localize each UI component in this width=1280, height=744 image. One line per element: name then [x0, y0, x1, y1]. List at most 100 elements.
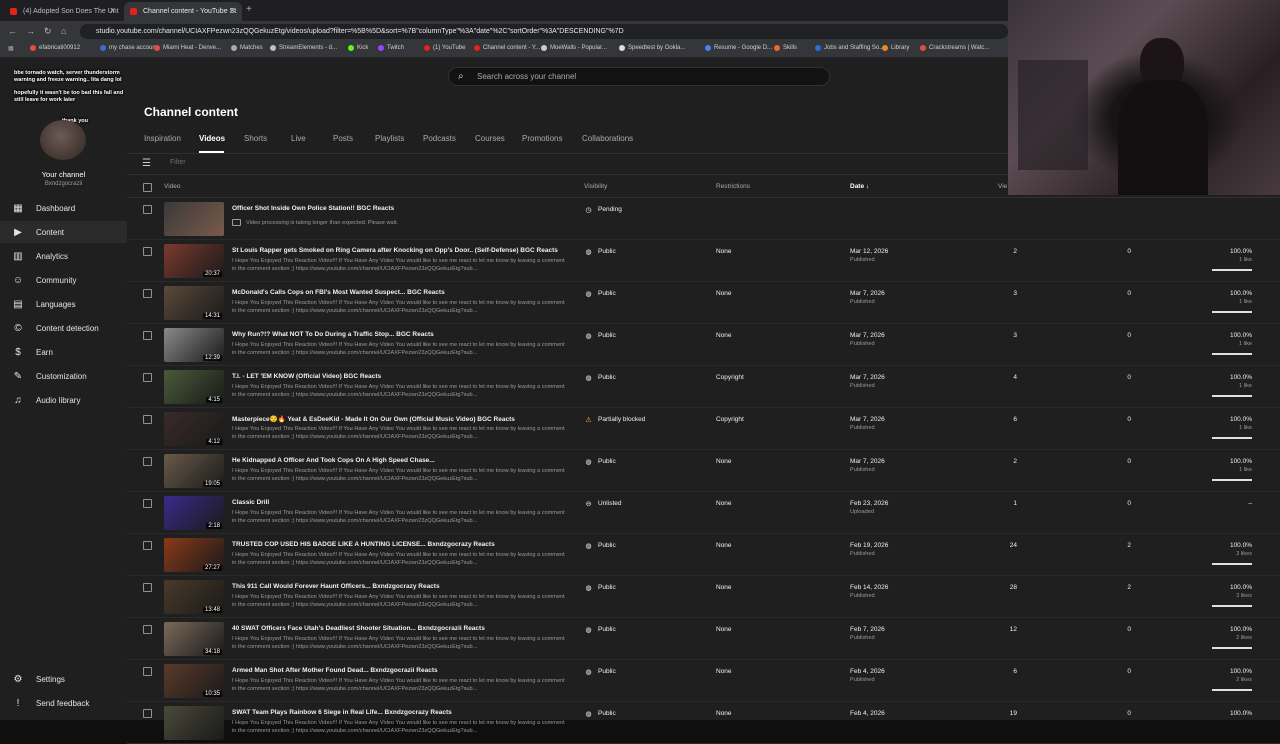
visibility-status[interactable]: ⚠ Partially blocked: [584, 415, 645, 424]
visibility-status[interactable]: ◍ Public: [584, 457, 615, 466]
tab-courses[interactable]: Courses: [475, 134, 505, 143]
row-checkbox[interactable]: [143, 247, 152, 256]
sidebar-item-dashboard[interactable]: ▦ Dashboard: [0, 197, 127, 219]
your-channel-label[interactable]: Your channel: [0, 170, 127, 179]
bookmark-item[interactable]: Speedtest by Ookla...: [619, 45, 685, 51]
visibility-status[interactable]: ⊖ Unlisted: [584, 499, 622, 508]
visibility-status[interactable]: ◍ Public: [584, 709, 615, 718]
row-checkbox[interactable]: [143, 625, 152, 634]
bookmark-item[interactable]: Matches: [231, 45, 263, 51]
channel-avatar[interactable]: [40, 120, 86, 160]
close-tab-icon[interactable]: ✕: [109, 6, 116, 15]
select-all-checkbox[interactable]: [143, 183, 152, 192]
tab-playlists[interactable]: Playlists: [375, 134, 404, 143]
tab-live[interactable]: Live: [291, 134, 306, 143]
video-thumbnail[interactable]: [164, 202, 224, 236]
bookmark-item[interactable]: Kick: [348, 45, 368, 51]
table-row[interactable]: 34:18 40 SWAT Officers Face Utah's Deadli…: [127, 618, 1280, 660]
video-title[interactable]: Why Run?!? What NOT To Do During a Traff…: [232, 331, 572, 338]
row-checkbox[interactable]: [143, 205, 152, 214]
bookmark-item[interactable]: StreamElements - d...: [270, 45, 337, 51]
sidebar-item-send-feedback[interactable]: ! Send feedback: [0, 692, 127, 714]
home-icon[interactable]: ⌂: [61, 26, 66, 36]
sidebar-item-customization[interactable]: ✎ Customization: [0, 365, 127, 387]
visibility-status[interactable]: ◍ Public: [584, 331, 615, 340]
video-thumbnail[interactable]: [164, 706, 224, 740]
video-thumbnail[interactable]: 10:35: [164, 664, 224, 698]
back-icon[interactable]: ←: [8, 26, 17, 36]
column-header-restrictions[interactable]: Restrictions: [716, 183, 750, 190]
video-thumbnail[interactable]: 12:39: [164, 328, 224, 362]
close-tab-icon[interactable]: ✕: [229, 6, 236, 15]
apps-icon[interactable]: ▦: [8, 45, 14, 52]
video-title[interactable]: Masterpiece😌🔥 Yeat & EsDeeKid - Made It …: [232, 415, 572, 423]
video-thumbnail[interactable]: 4:12: [164, 412, 224, 446]
video-title[interactable]: 40 SWAT Officers Face Utah's Deadliest S…: [232, 625, 572, 632]
video-title[interactable]: T.I. - LET 'EM KNOW (Official Video) BGC…: [232, 373, 572, 380]
visibility-status[interactable]: ◍ Public: [584, 373, 615, 382]
visibility-status[interactable]: ◍ Public: [584, 541, 615, 550]
tab-shorts[interactable]: Shorts: [244, 134, 267, 143]
column-header-views[interactable]: Vie: [998, 183, 1007, 190]
visibility-status[interactable]: ◍ Public: [584, 583, 615, 592]
table-row[interactable]: 4:15 T.I. - LET 'EM KNOW (Official Video)…: [127, 366, 1280, 408]
bookmark-item[interactable]: (1) YouTube: [424, 45, 465, 51]
table-row[interactable]: SWAT Team Plays Rainbow 6 Siege in Real …: [127, 702, 1280, 744]
row-checkbox[interactable]: [143, 499, 152, 508]
tab-collaborations[interactable]: Collaborations: [582, 134, 633, 143]
table-row[interactable]: 14:31 McDonald's Calls Cops on FBI's Most…: [127, 282, 1280, 324]
video-title[interactable]: St Louis Rapper gets Smoked on Ring Came…: [232, 247, 572, 254]
bookmark-item[interactable]: Resume - Google D...: [705, 45, 772, 51]
video-title[interactable]: This 911 Call Would Forever Haunt Office…: [232, 583, 572, 590]
video-thumbnail[interactable]: 2:18: [164, 496, 224, 530]
row-checkbox[interactable]: [143, 331, 152, 340]
browser-tab[interactable]: (4) Adopted Son Does The Unt ✕: [4, 2, 122, 21]
bookmark-item[interactable]: Miami Heat - Denve...: [154, 45, 221, 51]
bookmark-item[interactable]: Twitch: [378, 45, 404, 51]
tab-posts[interactable]: Posts: [333, 134, 353, 143]
bookmark-item[interactable]: Channel content - Y...: [474, 45, 540, 51]
video-thumbnail[interactable]: 34:18: [164, 622, 224, 656]
table-row[interactable]: 4:12 Masterpiece😌🔥 Yeat & EsDeeKid - Made…: [127, 408, 1280, 450]
table-row[interactable]: 19:05 He Kidnapped A Officer And Took Cop…: [127, 450, 1280, 492]
new-tab-icon[interactable]: +: [246, 4, 252, 15]
video-title[interactable]: Officer Shot Inside Own Police Station!!…: [232, 205, 572, 212]
table-row[interactable]: 2:18 Classic Drill I Hope You Enjoyed This…: [127, 492, 1280, 534]
table-row[interactable]: 20:37 St Louis Rapper gets Smoked on Ring…: [127, 240, 1280, 282]
video-title[interactable]: SWAT Team Plays Rainbow 6 Siege in Real …: [232, 709, 572, 716]
bookmark-item[interactable]: Jobs and Staffing So...: [815, 45, 884, 51]
video-thumbnail[interactable]: 19:05: [164, 454, 224, 488]
visibility-status[interactable]: ◷ Pending: [584, 205, 621, 214]
sidebar-item-earn[interactable]: $ Earn: [0, 341, 127, 363]
filter-input[interactable]: Filter: [170, 159, 186, 166]
table-row[interactable]: Officer Shot Inside Own Police Station!!…: [127, 198, 1280, 240]
forward-icon[interactable]: →: [26, 26, 35, 36]
video-title[interactable]: He Kidnapped A Officer And Took Cops On …: [232, 457, 572, 464]
table-row[interactable]: 13:48 This 911 Call Would Forever Haunt O…: [127, 576, 1280, 618]
row-checkbox[interactable]: [143, 415, 152, 424]
bookmark-item[interactable]: Library: [882, 45, 909, 51]
url-field[interactable]: studio.youtube.com/channel/UCIAXFPezwn23…: [80, 24, 1008, 39]
tab-podcasts[interactable]: Podcasts: [423, 134, 456, 143]
bookmark-item[interactable]: Crackstreams | Watc...: [920, 45, 989, 51]
visibility-status[interactable]: ◍ Public: [584, 625, 615, 634]
row-checkbox[interactable]: [143, 583, 152, 592]
video-thumbnail[interactable]: 4:15: [164, 370, 224, 404]
browser-tab-active[interactable]: Channel content - YouTube St ✕: [124, 2, 242, 21]
video-thumbnail[interactable]: 13:48: [164, 580, 224, 614]
row-checkbox[interactable]: [143, 289, 152, 298]
visibility-status[interactable]: ◍ Public: [584, 247, 615, 256]
bookmark-item[interactable]: MoeWalls - Popular...: [541, 45, 607, 51]
sidebar-item-content-detection[interactable]: © Content detection: [0, 317, 127, 339]
table-row[interactable]: 27:27 TRUSTED COP USED HIS BADGE LIKE A H…: [127, 534, 1280, 576]
sidebar-item-content[interactable]: ▶ Content: [0, 221, 127, 243]
tab-promotions[interactable]: Promotions: [522, 134, 562, 143]
tab-videos[interactable]: Videos: [199, 134, 225, 143]
video-title[interactable]: McDonald's Calls Cops on FBI's Most Want…: [232, 289, 572, 296]
sidebar-item-analytics[interactable]: ▥ Analytics: [0, 245, 127, 267]
row-checkbox[interactable]: [143, 541, 152, 550]
row-checkbox[interactable]: [143, 373, 152, 382]
visibility-status[interactable]: ◍ Public: [584, 667, 615, 676]
filter-icon[interactable]: ☰: [142, 158, 151, 169]
table-row[interactable]: 10:35 Armed Man Shot After Mother Found D…: [127, 660, 1280, 702]
